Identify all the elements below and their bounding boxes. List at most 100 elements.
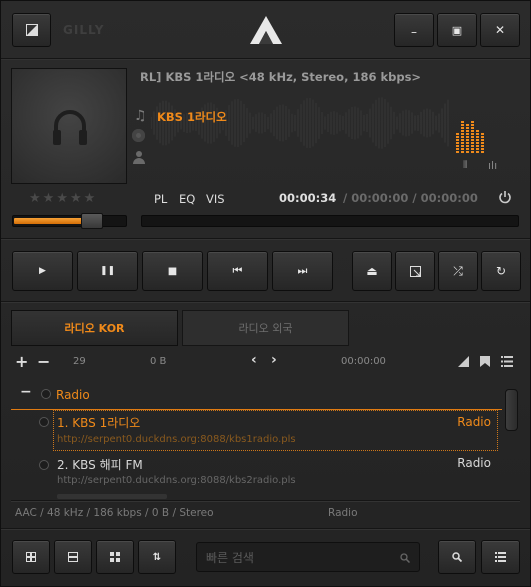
spectrum-bar-segment [476,139,479,141]
open-file-button[interactable]: ⏏ [352,251,392,291]
list-view-icon[interactable] [501,356,513,367]
chevron-right-icon[interactable]: › [271,352,277,368]
star-icon[interactable]: ★ [70,191,84,206]
stop-icon: ■ [167,265,178,277]
minus-square-icon [68,552,78,562]
volume-slider[interactable] [12,213,127,229]
playlist-entry-active[interactable]: 1. KBS 1라디오 http://serpent0.duckdns.org:… [11,410,502,451]
playlist-tab-foreign[interactable]: 라디오 외국 [182,310,349,346]
minimize-button[interactable]: – [394,13,434,47]
spectrum-bar-segment [471,127,474,129]
star-icon[interactable]: ★ [84,191,98,206]
shuffle-button[interactable]: ⤮ [438,251,478,291]
play-icon: ▶ [39,266,46,276]
close-button[interactable]: ✕ [480,13,520,47]
stay-on-top-button[interactable] [395,251,435,291]
spectrum-bar-segment [481,139,484,141]
spectrum-bar-segment [476,130,479,132]
spectrum-bar-segment [471,142,474,144]
spectrum-bar-segment [461,136,464,138]
delete-button[interactable] [54,540,92,574]
spectrum-bar-segment [456,142,459,144]
playlist-manager-button[interactable] [96,540,134,574]
separator [1,528,530,530]
partial-entry [57,494,167,499]
spectrum-bar-segment [466,148,469,150]
entry-title: 2. KBS 해피 FM [57,458,143,472]
playlist-tab-korean[interactable]: 라디오 KOR [11,310,178,346]
stop-button[interactable]: ■ [142,251,203,291]
sort-icon[interactable] [458,356,469,367]
repeat-button[interactable]: ↻ [481,251,521,291]
spectrum-bar-segment [466,145,469,147]
spectrum-bar-segment [476,142,479,144]
spectrum-bar-segment [471,139,474,141]
spectrum-bar-segment [471,133,474,135]
quick-search-input[interactable]: 빠른 검색 [196,542,420,572]
tab-visualization[interactable]: VIS [206,192,225,206]
collapse-group-icon[interactable]: − [20,384,32,400]
spectrum-bar-segment [466,136,469,138]
pause-button[interactable]: ❚❚ [77,251,138,291]
add-button[interactable] [12,540,50,574]
skin-menu-icon [25,24,38,36]
separator [1,238,530,240]
chevron-left-icon[interactable]: ‹ [251,352,257,368]
bars-toggle-icon[interactable]: ılı [488,159,497,172]
add-files-icon[interactable]: + [15,352,28,371]
spectrum-bar-segment [461,127,464,129]
waveform-toggle-icon[interactable]: ⦀ [463,160,467,171]
playlist-group-header[interactable]: − Radio [11,378,502,410]
scrollbar-thumb[interactable] [505,389,518,431]
aimp-player-window: GILLY – ▣ ✕ RL] KBS 1라디오 <48 kHz, Stereo… [0,0,531,587]
search-placeholder: 빠른 검색 [206,551,254,565]
list-menu-icon [495,552,506,562]
spectrum-bar-segment [481,136,484,138]
playlist-entry[interactable]: 2. KBS 해피 FM http://serpent0.duckdns.org… [11,454,502,494]
tab-equalizer[interactable]: EQ [179,192,195,206]
user-icon [133,151,145,164]
close-icon: ✕ [494,23,506,37]
remove-files-icon[interactable]: − [37,352,50,371]
music-note-icon: ♫ [134,108,147,124]
seek-bar[interactable] [141,215,519,227]
maximize-button[interactable]: ▣ [437,13,477,47]
previous-button[interactable]: ⏮ [207,251,268,291]
separator [1,301,530,303]
bookmark-icon[interactable] [480,356,490,367]
spectrum-bar-segment [471,136,474,138]
menu-button[interactable] [481,540,520,574]
spectrum-bar-segment [476,133,479,135]
entry-radio-button[interactable] [39,417,49,427]
spectrum-bar-segment [481,145,484,147]
playlist-scrollbar[interactable] [503,386,520,499]
spectrum-bar-segment [461,130,464,132]
next-button[interactable]: ⏭ [272,251,333,291]
tab-playlist[interactable]: PL [154,192,167,206]
entry-radio-button[interactable] [39,460,49,470]
rating-stars[interactable]: ★★★★★ [29,191,97,206]
spectrum-bar-segment [456,133,459,135]
star-icon[interactable]: ★ [43,191,57,206]
sort-button[interactable]: ⇅ [138,540,176,574]
spectrum-bar-segment [481,148,484,150]
spectrum-bar-segment [456,139,459,141]
group-radio-button[interactable] [41,389,51,399]
disc-icon [132,129,145,142]
sort-arrows-icon: ⇅ [152,551,162,563]
search-button[interactable] [438,540,476,574]
star-icon[interactable]: ★ [56,191,70,206]
star-icon[interactable]: ★ [29,191,43,206]
play-button[interactable]: ▶ [12,251,73,291]
volume-thumb[interactable] [81,213,103,229]
elapsed-time[interactable]: 00:00:34 [279,191,336,205]
playlist-view: − Radio 1. KBS 1라디오 http://serpent0.duck… [11,378,502,499]
skin-menu-button[interactable] [12,13,51,47]
spectrum-bar-segment [461,133,464,135]
power-icon[interactable] [498,190,512,204]
spectrum-bar-segment [466,124,469,126]
eject-icon: ⏏ [366,264,378,278]
window-pin-icon [409,265,421,277]
playlist-size: 0 B [150,356,167,367]
stream-format: AAC / 48 kHz / 186 kbps / 0 B / Stereo [15,507,214,519]
